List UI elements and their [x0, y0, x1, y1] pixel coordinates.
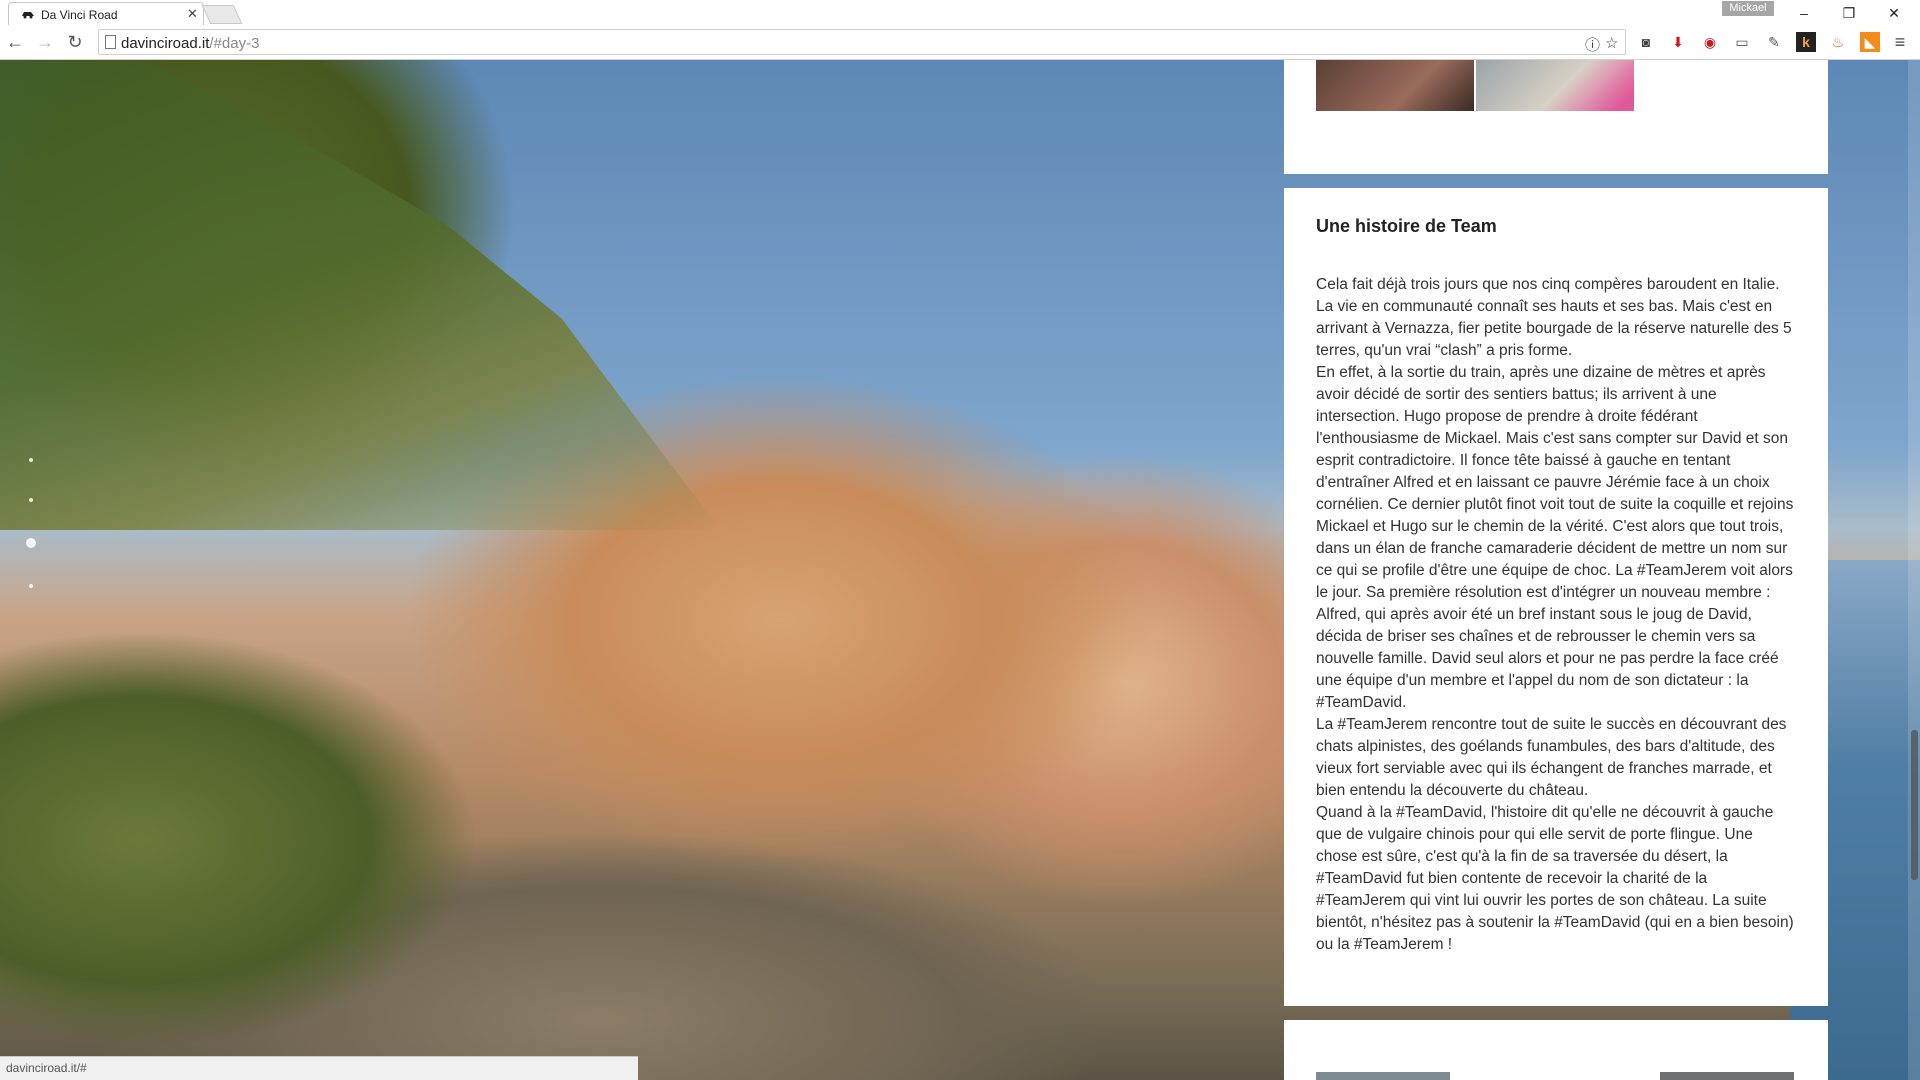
close-window-button[interactable]: ✕: [1874, 2, 1914, 24]
back-arrow-icon[interactable]: ←: [4, 31, 26, 53]
k-extension-icon[interactable]: k: [1796, 32, 1816, 52]
slide-dot-active[interactable]: [26, 538, 36, 548]
url-text: davinciroad.it/#day-3: [121, 35, 260, 52]
forward-arrow-icon[interactable]: →: [34, 31, 56, 53]
article-paragraph: En effet, à la sortie du train, après un…: [1316, 364, 1794, 711]
browser-toolbar: ← → ↻ davinciroad.it/#day-3 ⓘ ☆ ◙ ⬇ ◉ ▭ …: [0, 25, 1920, 60]
status-bar: davinciroad.it/#: [0, 1056, 638, 1080]
gallery-thumbnail[interactable]: [1316, 1072, 1450, 1080]
article-paragraph: La #TeamJerem rencontre tout de suite le…: [1316, 716, 1787, 799]
gallery-card: [1284, 60, 1828, 174]
page-viewport: Une histoire de Team Cela fait déjà troi…: [0, 60, 1920, 1080]
restore-button[interactable]: ❐: [1829, 2, 1869, 24]
gallery-thumbnail[interactable]: [1316, 60, 1474, 111]
article-paragraph: Cela fait déjà trois jours que nos cinq …: [1316, 276, 1792, 359]
menu-icon[interactable]: ≡: [1890, 32, 1910, 52]
new-tab-button[interactable]: [201, 5, 243, 24]
page-icon: [105, 35, 116, 49]
slide-dot[interactable]: [29, 498, 33, 502]
info-icon[interactable]: ⓘ: [1585, 34, 1600, 55]
minimize-button[interactable]: –: [1784, 2, 1824, 24]
profile-badge[interactable]: Mickael: [1722, 1, 1774, 16]
cast-icon[interactable]: ▭: [1732, 32, 1752, 52]
page-scrollbar[interactable]: [1908, 60, 1920, 1080]
opera-icon[interactable]: ◉: [1700, 32, 1720, 52]
rss-icon[interactable]: ◣: [1860, 32, 1880, 52]
scrollbar-thumb[interactable]: [1911, 730, 1918, 880]
car-favicon-icon: [22, 12, 34, 19]
tab-close-icon[interactable]: ✕: [187, 6, 198, 22]
star-icon[interactable]: ☆: [1605, 34, 1618, 52]
eyedropper-icon[interactable]: ✎: [1764, 32, 1784, 52]
slide-dot[interactable]: [29, 458, 33, 462]
next-card: [1284, 1020, 1828, 1080]
gallery-thumbnail[interactable]: [1476, 60, 1634, 111]
article-paragraph: Quand à la #TeamDavid, l'histoire dit qu…: [1316, 804, 1794, 953]
article-card: Une histoire de Team Cela fait déjà troi…: [1284, 188, 1828, 1006]
article-body: Cela fait déjà trois jours que nos cinq …: [1316, 274, 1796, 956]
gallery-thumbnail[interactable]: [1660, 1072, 1794, 1080]
tab-title: Da Vinci Road: [41, 8, 118, 22]
slide-navigation-dots: [26, 458, 36, 624]
slide-dot[interactable]: [29, 584, 33, 588]
address-bar[interactable]: davinciroad.it/#day-3 ⓘ ☆: [98, 29, 1626, 55]
fire-icon[interactable]: ♨: [1828, 32, 1848, 52]
article-title: Une histoire de Team: [1316, 216, 1497, 236]
reload-icon[interactable]: ↻: [64, 31, 86, 53]
tab-da-vinci-road[interactable]: Da Vinci Road ✕: [8, 2, 204, 25]
tab-strip: Da Vinci Road ✕ Mickael – ❐ ✕: [0, 0, 1920, 25]
pocket-icon[interactable]: ◙: [1636, 32, 1656, 52]
download-icon[interactable]: ⬇: [1668, 32, 1688, 52]
